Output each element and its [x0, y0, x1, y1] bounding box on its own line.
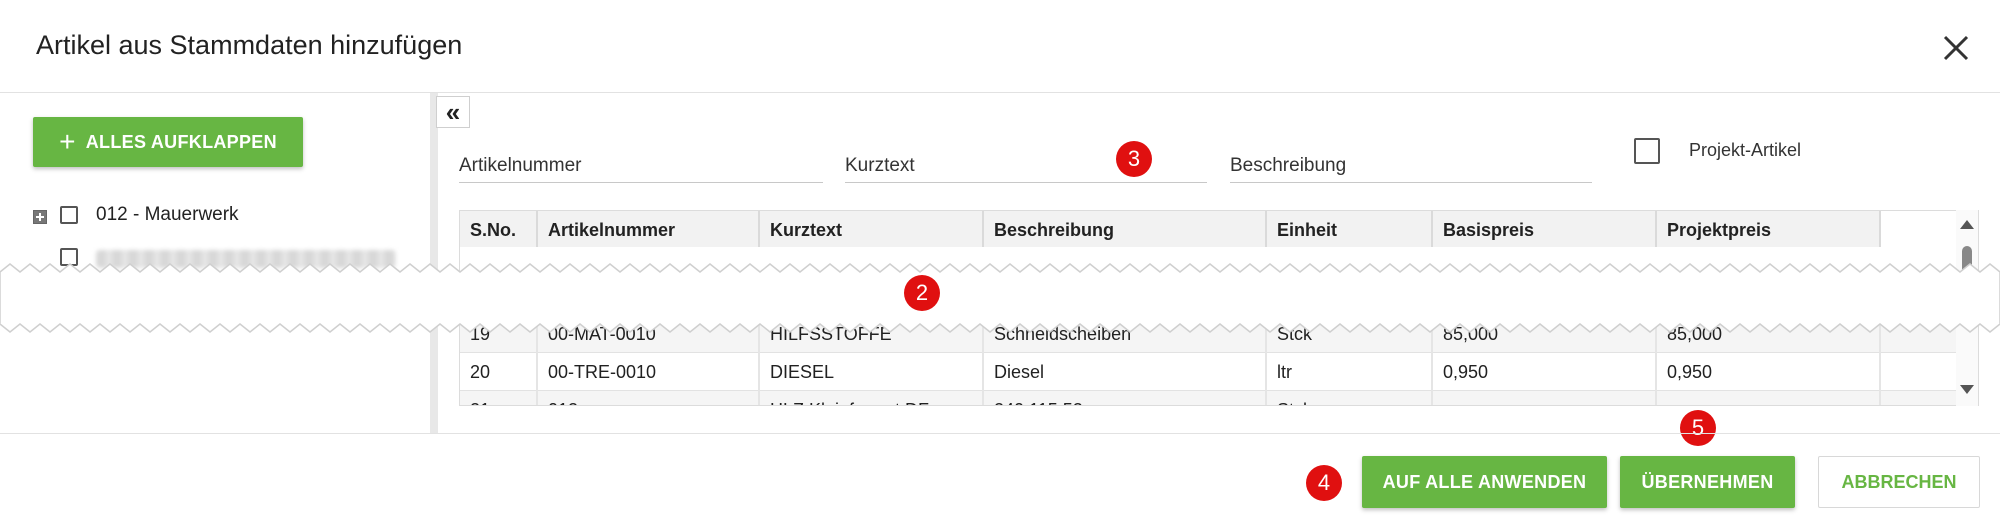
table-row[interactable]: 20 00-TRE-0010 DIESEL Diesel ltr 0,950 0…: [460, 353, 1978, 391]
cell-beschreibung: 240 115 52: [984, 391, 1267, 405]
torn-edge: [0, 263, 2000, 333]
double-chevron-left-icon: «: [445, 97, 461, 127]
cell-kurztext: HLZ Kleinformat DF: [760, 391, 984, 405]
collapse-panel-button[interactable]: «: [436, 96, 470, 128]
cell-projektpreis: 0,950: [1657, 353, 1881, 391]
table-row[interactable]: 21 012... HLZ Kleinformat DF 240 115 52 …: [460, 391, 1978, 405]
artikelnummer-filter[interactable]: Artikelnummer: [459, 143, 823, 183]
column-header-beschreibung[interactable]: Beschreibung: [984, 211, 1267, 247]
tree-expand-icon[interactable]: [33, 210, 47, 224]
scroll-up-icon[interactable]: [1960, 220, 1974, 229]
cell-sno: 21: [460, 391, 538, 405]
column-header-basispreis[interactable]: Basispreis: [1433, 211, 1657, 247]
dialog-title: Artikel aus Stammdaten hinzufügen: [36, 30, 463, 60]
cell-basispreis: [1433, 391, 1657, 405]
footer-divider: [0, 433, 2000, 434]
tree-node-checkbox[interactable]: [60, 206, 78, 224]
cell-projektpreis: [1657, 391, 1881, 405]
cell-sno: 20: [460, 353, 538, 391]
cancel-button[interactable]: ABBRECHEN: [1818, 456, 1980, 508]
annotation-badge-2: 2: [904, 275, 940, 311]
plus-icon: +: [59, 126, 76, 157]
tree-node-label: 012 - Mauerwerk: [96, 204, 239, 225]
column-header-projektpreis[interactable]: Projektpreis: [1657, 211, 1881, 247]
expand-all-button[interactable]: + ALLES AUFKLAPPEN: [33, 117, 303, 167]
projekt-artikel-label: Projekt-Artikel: [1689, 140, 1802, 160]
cell-einheit: Stck: [1267, 391, 1433, 405]
scroll-down-icon[interactable]: [1960, 385, 1974, 394]
column-header-sno[interactable]: S.No.: [460, 211, 538, 247]
beschreibung-filter[interactable]: Beschreibung: [1230, 143, 1592, 183]
apply-to-all-button[interactable]: AUF ALLE ANWENDEN: [1362, 456, 1607, 508]
kurztext-filter[interactable]: Kurztext: [845, 143, 1207, 183]
expand-all-label: ALLES AUFKLAPPEN: [85, 131, 277, 152]
annotation-badge-5: 5: [1680, 410, 1716, 446]
column-header-einheit[interactable]: Einheit: [1267, 211, 1433, 247]
close-icon[interactable]: [1938, 30, 1974, 66]
cell-einheit: ltr: [1267, 353, 1433, 391]
annotation-badge-4: 4: [1306, 465, 1342, 501]
cell-basispreis: 0,950: [1433, 353, 1657, 391]
cell-artikelnummer: 00-TRE-0010: [538, 353, 760, 391]
column-header-kurztext[interactable]: Kurztext: [760, 211, 984, 247]
accept-button[interactable]: ÜBERNEHMEN: [1620, 456, 1795, 508]
projekt-artikel-checkbox[interactable]: [1634, 138, 1660, 164]
annotation-badge-3: 3: [1116, 141, 1152, 177]
cell-artikelnummer: 012...: [538, 391, 760, 405]
column-header-artikelnummer[interactable]: Artikelnummer: [538, 211, 760, 247]
cell-kurztext: DIESEL: [760, 353, 984, 391]
cell-beschreibung: Diesel: [984, 353, 1267, 391]
